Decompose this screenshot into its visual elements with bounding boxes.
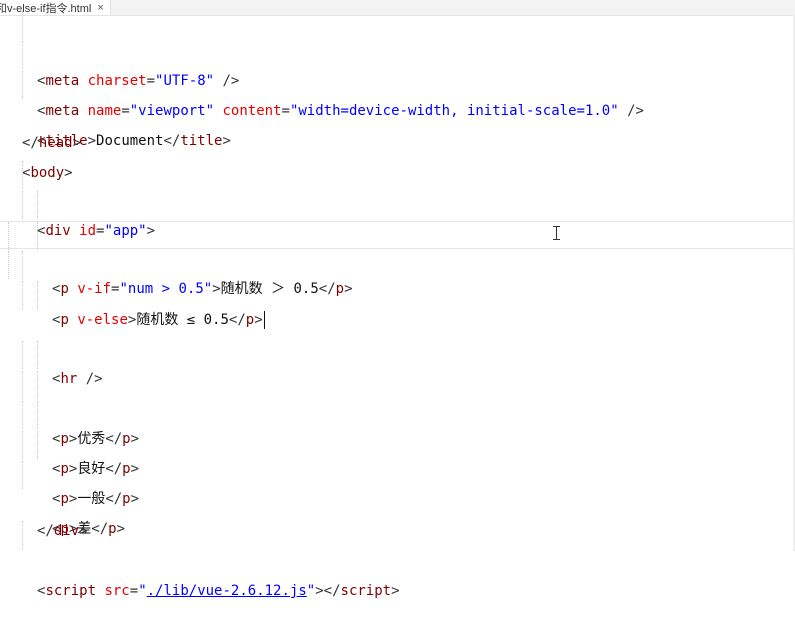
attribute-name: src xyxy=(104,583,130,599)
indent-guide xyxy=(22,371,23,399)
code-line-head-close: </head> xyxy=(22,135,82,151)
indent-guide xyxy=(22,431,23,459)
code-line-meta-charset: <meta charset="UTF-8" /> xyxy=(0,11,795,89)
indent-guide xyxy=(37,191,38,219)
code-line-p-excellent: <p>优秀</p> xyxy=(0,341,795,447)
indent-guide xyxy=(37,371,38,399)
code-line-p-average: <p>一般</p> xyxy=(0,401,795,507)
code-line-p-v-else: <p v-else>随机数 ≤ 0.5</p> xyxy=(0,221,795,329)
code-line-title: <title>Document</title> xyxy=(0,71,795,149)
tag-name: script xyxy=(340,583,392,599)
code-line-div-close: </div> xyxy=(0,461,795,539)
indent-guide xyxy=(37,431,38,459)
indent-guide xyxy=(22,71,23,99)
code-line-p-v-if: <p v-if="num > 0.5">随机数 ＞ 0.5</p> xyxy=(0,191,795,297)
code-line-script: <script src="./lib/vue-2.6.12.js"></scri… xyxy=(0,521,795,599)
tag-name: script xyxy=(45,583,97,599)
indent-guide xyxy=(22,191,23,219)
code-line-p-good: <p>良好</p> xyxy=(0,371,795,477)
code-editor[interactable]: <meta charset="UTF-8" /> <meta name="vie… xyxy=(0,11,795,599)
code-line-hr: <hr /> xyxy=(0,281,795,387)
indent-guide xyxy=(8,251,9,279)
code-line-blank xyxy=(0,251,795,279)
indent-guide xyxy=(37,281,38,309)
indent-guide xyxy=(37,222,38,250)
script-src-link[interactable]: ./lib/vue-2.6.12.js xyxy=(147,583,307,599)
indent-guide xyxy=(37,341,38,369)
indent-guide xyxy=(22,161,23,189)
code-line-meta-viewport: <meta name="viewport" content="width=dev… xyxy=(0,41,795,119)
indent-guide xyxy=(22,401,23,429)
code-line-div-app: <div id="app"> xyxy=(0,161,795,239)
indent-guide xyxy=(22,521,23,549)
indent-guide xyxy=(22,461,23,489)
indent-guide xyxy=(22,251,23,279)
indent-guide xyxy=(22,11,23,39)
indent-guide xyxy=(22,341,23,369)
code-line-p-poor: <p>差</p> xyxy=(0,431,795,537)
indent-guide xyxy=(22,41,23,69)
indent-guide xyxy=(37,401,38,429)
indent-guide xyxy=(8,222,9,250)
code-line-body-open: <body> xyxy=(22,165,73,181)
indent-guide xyxy=(22,281,23,309)
i-beam-cursor-icon xyxy=(553,226,560,240)
